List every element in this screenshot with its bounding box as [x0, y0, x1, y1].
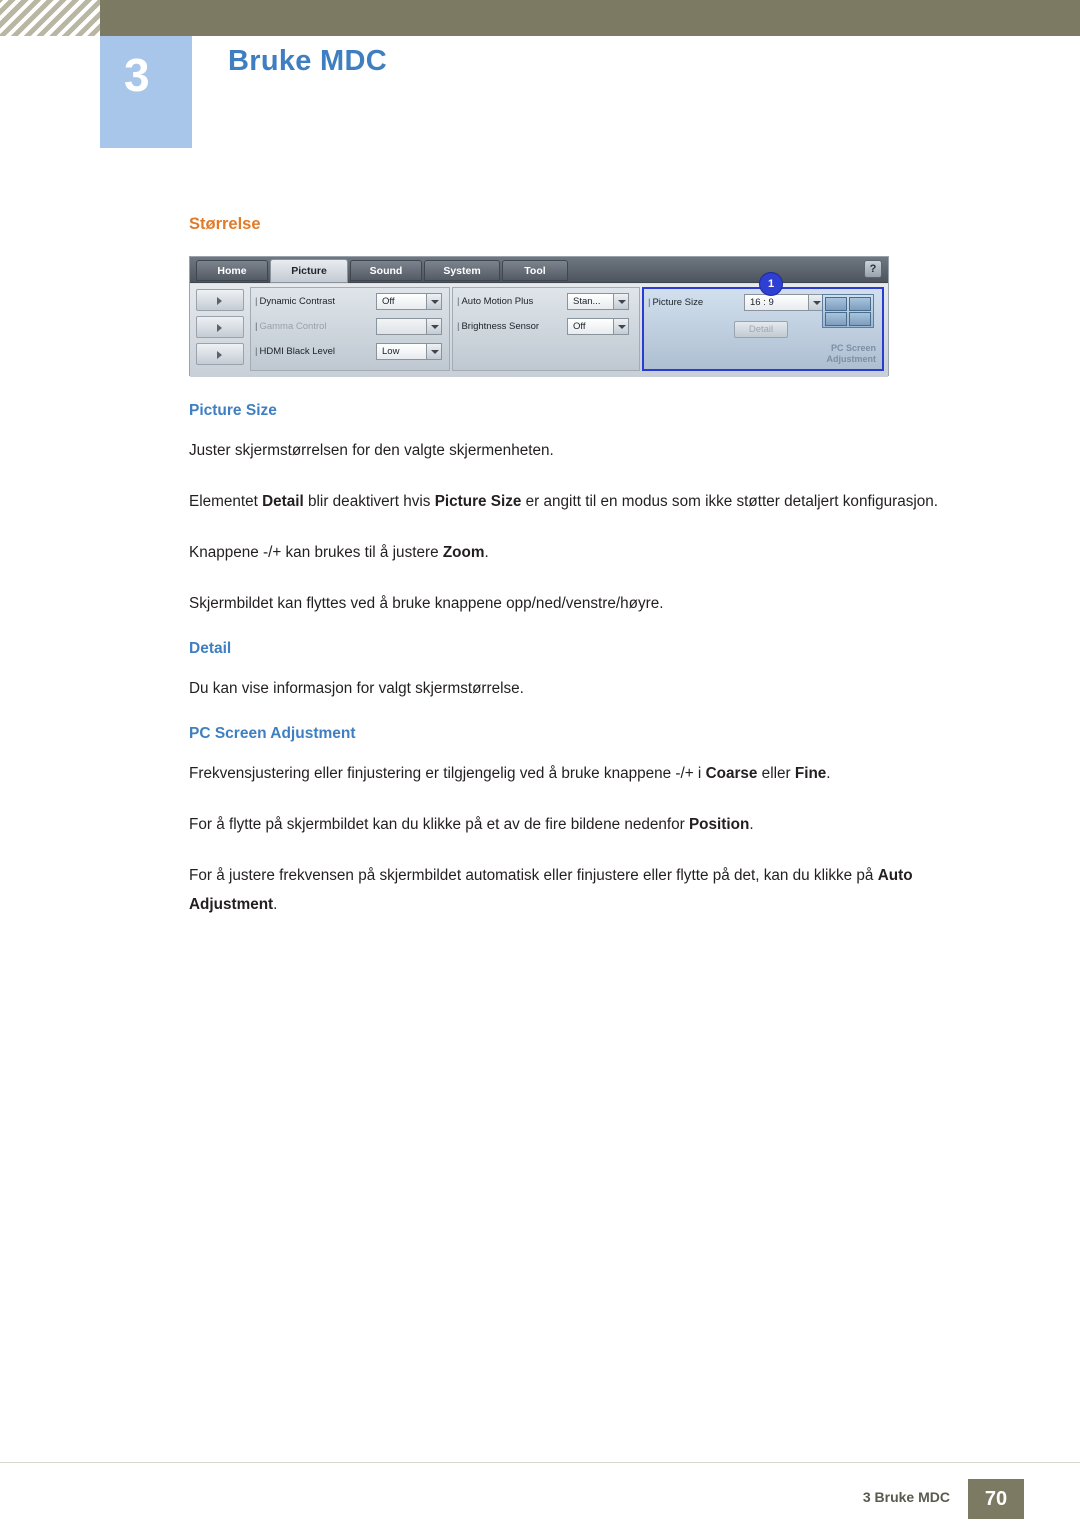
callout-badge-1: 1 — [760, 273, 782, 295]
p2-bold-detail: Detail — [262, 493, 304, 510]
paragraph-detail-desc: Du kan vise informasjon for valgt skjerm… — [189, 680, 524, 697]
row-gamma-control: Gamma Control — [251, 318, 449, 336]
page-footer: 3 Bruke MDC 70 — [0, 1463, 1080, 1527]
expand-arrow-button-3[interactable] — [196, 343, 244, 365]
paragraph-position: For å flytte på skjermbildet kan du klik… — [189, 810, 989, 839]
paragraph-picture-size-desc: Juster skjermstørrelsen for den valgte s… — [189, 442, 554, 459]
p7-part-c: . — [749, 816, 754, 833]
page-content: Størrelse Home Picture Sound System Tool… — [189, 215, 989, 941]
pc-screen-adjustment-line2: Adjustment — [826, 354, 877, 364]
p8-part-a: For å justere frekvensen på skjermbildet… — [189, 867, 878, 884]
header-left-spacer — [0, 36, 100, 156]
label-gamma-control: Gamma Control — [255, 321, 326, 332]
label-brightness-sensor: Brightness Sensor — [457, 321, 539, 332]
p3-part-c: . — [484, 544, 489, 561]
p2-bold-picture-size: Picture Size — [434, 493, 522, 510]
tab-system[interactable]: System — [424, 260, 500, 281]
quad-bottom-right — [849, 312, 871, 326]
p7-bold-position: Position — [688, 816, 750, 833]
mdc-group-picture-size: Picture Size 16 : 9 Detail PC Screen Adj… — [642, 287, 884, 371]
p2-part-c: blir deaktivert hvis — [303, 493, 435, 510]
heading-pc-screen-adjustment: PC Screen Adjustment — [189, 725, 356, 742]
label-auto-motion-plus: Auto Motion Plus — [457, 296, 533, 307]
section-title: Størrelse — [189, 215, 261, 233]
combo-hdmi-black-level[interactable]: Low — [376, 343, 442, 360]
row-hdmi-black-level: HDMI Black Level Low — [251, 343, 449, 361]
combo-auto-motion-plus-value: Stan... — [573, 296, 601, 307]
pc-screen-adjustment-icon[interactable] — [822, 294, 874, 328]
heading-detail: Detail — [189, 640, 232, 657]
footer-chapter-label: 3 Bruke MDC — [862, 1489, 950, 1505]
heading-picture-size: Picture Size — [189, 402, 277, 419]
tab-home[interactable]: Home — [196, 260, 268, 281]
paragraph-zoom: Knappene -/+ kan brukes til å justere Zo… — [189, 538, 989, 567]
label-picture-size: Picture Size — [648, 297, 703, 308]
combo-brightness-sensor[interactable]: Off — [567, 318, 629, 335]
p2-part-a: Elementet — [189, 493, 263, 510]
mdc-tab-bar: Home Picture Sound System Tool ? — [190, 257, 888, 283]
combo-dynamic-contrast-value: Off — [382, 296, 395, 307]
help-icon[interactable]: ? — [864, 260, 882, 278]
combo-picture-size[interactable]: 16 : 9 — [744, 294, 824, 311]
mdc-picture-panel: Home Picture Sound System Tool ? Dynamic… — [189, 256, 889, 377]
combo-picture-size-value: 16 : 9 — [750, 297, 774, 308]
combo-dynamic-contrast[interactable]: Off — [376, 293, 442, 310]
quad-bottom-left — [825, 312, 847, 326]
paragraph-detail-disabled: Elementet Detail blir deaktivert hvis Pi… — [189, 487, 989, 516]
tab-picture[interactable]: Picture — [270, 259, 348, 283]
quad-top-left — [825, 297, 847, 311]
p6-bold-coarse: Coarse — [705, 765, 758, 782]
paragraph-auto-adjustment: For å justere frekvensen på skjermbildet… — [189, 861, 989, 919]
mdc-left-arrow-column — [196, 289, 244, 370]
chapter-title: Bruke MDC — [228, 45, 387, 77]
pc-screen-adjustment-label: PC Screen Adjustment — [827, 343, 877, 365]
p3-bold-zoom: Zoom — [442, 544, 485, 561]
chevron-down-icon[interactable] — [613, 294, 628, 309]
chevron-down-icon[interactable] — [426, 344, 441, 359]
p6-bold-fine: Fine — [794, 765, 827, 782]
combo-gamma-control[interactable] — [376, 318, 442, 335]
p6-part-c: eller — [757, 765, 795, 782]
label-hdmi-black-level: HDMI Black Level — [255, 346, 335, 357]
p2-part-e: er angitt til en modus som ikke støtter … — [521, 493, 939, 510]
chevron-down-icon[interactable] — [426, 294, 441, 309]
p6-part-a: Frekvensjustering eller finjustering er … — [189, 765, 706, 782]
combo-brightness-sensor-value: Off — [573, 321, 586, 332]
footer-page-number: 70 — [968, 1479, 1024, 1519]
chevron-down-icon[interactable] — [426, 319, 441, 334]
paragraph-move-image: Skjermbildet kan flyttes ved å bruke kna… — [189, 595, 664, 612]
expand-arrow-button-2[interactable] — [196, 316, 244, 338]
tab-tool[interactable]: Tool — [502, 260, 568, 281]
page-header-bar — [0, 0, 1080, 36]
p6-part-e: . — [826, 765, 831, 782]
chapter-number: 3 — [100, 36, 192, 148]
p3-part-a: Knappene -/+ kan brukes til å justere — [189, 544, 443, 561]
tab-sound[interactable]: Sound — [350, 260, 422, 281]
mdc-group-image-controls: Dynamic Contrast Off Gamma Control HDMI … — [250, 287, 450, 371]
combo-hdmi-black-level-value: Low — [382, 346, 400, 357]
detail-button[interactable]: Detail — [734, 321, 788, 338]
row-dynamic-contrast: Dynamic Contrast Off — [251, 293, 449, 311]
mdc-group-motion-controls: Auto Motion Plus Stan... Brightness Sens… — [452, 287, 640, 371]
combo-auto-motion-plus[interactable]: Stan... — [567, 293, 629, 310]
p8-part-c: . — [273, 896, 278, 913]
expand-arrow-button-1[interactable] — [196, 289, 244, 311]
label-dynamic-contrast: Dynamic Contrast — [255, 296, 335, 307]
quad-top-right — [849, 297, 871, 311]
p7-part-a: For å flytte på skjermbildet kan du klik… — [189, 816, 689, 833]
pc-screen-adjustment-line1: PC Screen — [830, 343, 876, 353]
row-auto-motion-plus: Auto Motion Plus Stan... — [453, 293, 639, 311]
chevron-down-icon[interactable] — [808, 295, 823, 310]
header-hatch-pattern — [0, 0, 100, 36]
paragraph-coarse-fine: Frekvensjustering eller finjustering er … — [189, 759, 989, 788]
row-brightness-sensor: Brightness Sensor Off — [453, 318, 639, 336]
chevron-down-icon[interactable] — [613, 319, 628, 334]
